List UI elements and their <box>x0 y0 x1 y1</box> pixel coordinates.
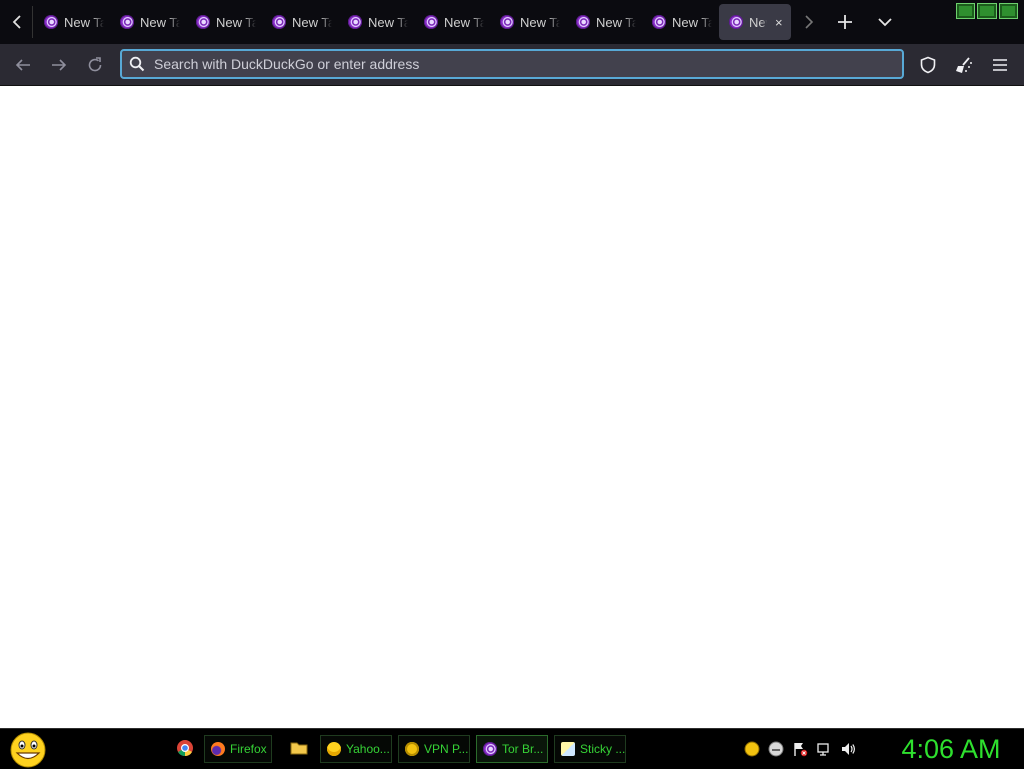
tor-icon <box>483 742 497 756</box>
taskbar-item-label: Firefox <box>230 742 267 756</box>
reload-button[interactable] <box>80 50 110 80</box>
page-content <box>0 86 1024 728</box>
tor-icon <box>424 15 438 29</box>
tab-title: New Tab <box>64 14 104 30</box>
forward-button[interactable] <box>44 50 74 80</box>
folder-icon[interactable] <box>290 739 308 757</box>
taskbar-item-sticky-notes[interactable]: Sticky ... <box>554 735 626 763</box>
tor-icon <box>348 15 362 29</box>
search-icon <box>122 56 152 72</box>
action-center-flag-icon[interactable] <box>792 741 808 757</box>
close-window-button[interactable] <box>998 3 1018 19</box>
tab-title: New Tab <box>140 14 180 30</box>
tab[interactable]: New Tab <box>34 4 108 40</box>
tab-title: New Tab <box>520 14 560 30</box>
tab[interactable]: New Tab <box>262 4 336 40</box>
new-identity-button[interactable] <box>949 50 979 80</box>
start-button[interactable] <box>8 731 48 769</box>
tab[interactable]: New Tab <box>186 4 260 40</box>
broom-icon <box>956 57 972 73</box>
tor-icon <box>44 15 58 29</box>
hamburger-menu-icon <box>993 59 1007 71</box>
tab[interactable]: New Tab <box>642 4 716 40</box>
window-controls <box>956 3 1018 19</box>
maximize-button[interactable] <box>977 3 997 19</box>
taskbar-item-yahoo[interactable]: Yahoo... <box>320 735 392 763</box>
taskbar-item-label: Tor Br... <box>502 742 544 756</box>
taskbar-item-label: Sticky ... <box>580 742 626 756</box>
scroll-tabs-left-button[interactable] <box>2 6 33 38</box>
sticky-notes-icon <box>561 742 575 756</box>
vpn-icon <box>405 742 419 756</box>
tab-active[interactable]: New Tab × <box>719 4 791 40</box>
taskbar-item-label: Yahoo... <box>346 742 390 756</box>
arrow-right-icon <box>52 59 67 71</box>
navigation-toolbar <box>0 44 1024 86</box>
firefox-icon <box>211 742 225 756</box>
tab[interactable]: New Tab <box>566 4 640 40</box>
app-menu-button[interactable] <box>985 50 1015 80</box>
tracking-protection-button[interactable] <box>913 50 943 80</box>
tor-icon <box>272 15 286 29</box>
taskbar: Firefox Yahoo... VPN P... Tor Br... Stic… <box>0 728 1024 769</box>
messenger-tray-icon[interactable] <box>768 741 784 757</box>
list-all-tabs-button[interactable] <box>868 6 902 38</box>
tab-title: New Tab <box>672 14 712 30</box>
tor-icon <box>576 15 590 29</box>
taskbar-item-label: VPN P... <box>424 742 469 756</box>
tab-title: New Tab <box>444 14 484 30</box>
yahoo-smiley-icon <box>327 742 341 756</box>
back-button[interactable] <box>8 50 38 80</box>
tor-icon <box>500 15 514 29</box>
tab[interactable]: New Tab <box>414 4 488 40</box>
reload-icon <box>88 57 102 72</box>
taskbar-clock[interactable]: 4:06 AM <box>884 732 1018 766</box>
chevron-down-icon <box>878 18 892 27</box>
chrome-icon[interactable] <box>176 739 194 757</box>
tor-icon <box>652 15 666 29</box>
vpn-tray-icon[interactable] <box>744 741 760 757</box>
minimize-button[interactable] <box>956 3 976 19</box>
new-tab-button[interactable] <box>828 6 862 38</box>
tab-title: New Tab <box>216 14 256 30</box>
tab[interactable]: New Tab <box>490 4 564 40</box>
tab[interactable]: New Tab <box>110 4 184 40</box>
scroll-tabs-right-button[interactable] <box>794 6 824 38</box>
tab[interactable]: New Tab <box>338 4 412 40</box>
tor-icon <box>196 15 210 29</box>
smiley-start-icon <box>10 732 46 768</box>
chevron-right-icon <box>805 15 814 29</box>
network-icon[interactable] <box>816 741 832 757</box>
volume-icon[interactable] <box>840 741 856 757</box>
tab-title: New Tab <box>749 14 767 30</box>
url-bar[interactable] <box>120 49 904 79</box>
tab-strip: New Tab New Tab New Tab New Tab New Tab … <box>0 0 1024 44</box>
close-tab-icon[interactable]: × <box>775 15 783 30</box>
tor-icon <box>120 15 134 29</box>
plus-icon <box>838 15 852 29</box>
tab-title: New Tab <box>292 14 332 30</box>
tab-title: New Tab <box>596 14 636 30</box>
arrow-left-icon <box>15 59 30 71</box>
taskbar-item-tor-browser[interactable]: Tor Br... <box>476 735 548 763</box>
chevron-left-icon <box>12 15 21 29</box>
shield-icon <box>920 56 936 74</box>
tab-title: New Tab <box>368 14 408 30</box>
search-input[interactable] <box>152 55 902 73</box>
taskbar-item-vpn[interactable]: VPN P... <box>398 735 470 763</box>
tor-icon <box>729 15 743 29</box>
taskbar-item-firefox[interactable]: Firefox <box>204 735 272 763</box>
